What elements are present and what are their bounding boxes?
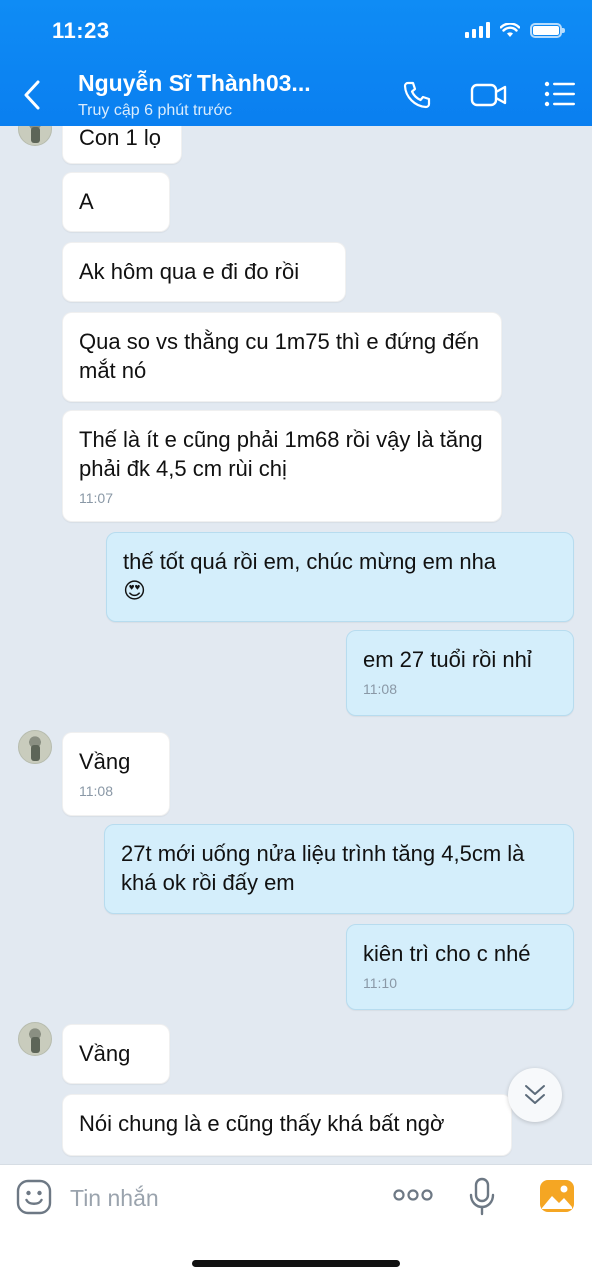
message-time: 11:07 <box>79 490 113 506</box>
message-text: Con 1 lọ <box>79 126 161 150</box>
message-bubble-outgoing[interactable]: kiên trì cho c nhé 11:10 <box>346 924 574 1010</box>
message-bubble-outgoing[interactable]: em 27 tuổi rồi nhỉ 11:08 <box>346 630 574 716</box>
contact-avatar[interactable] <box>18 730 52 764</box>
message-text: Ak hôm qua e đi đo rồi <box>79 259 300 284</box>
message-bubble-outgoing[interactable]: thế tốt quá rồi em, chúc mừng em nha 😍 <box>106 532 574 622</box>
message-bubble-incoming[interactable]: Vầng <box>62 1024 170 1084</box>
message-bubble-incoming[interactable]: Vầng 11:08 <box>62 732 170 816</box>
message-bubble-incoming[interactable]: Nói chung là e cũng thấy khá bất ngờ <box>62 1094 512 1156</box>
home-indicator <box>192 1260 400 1267</box>
message-text: A <box>79 189 94 214</box>
wifi-icon <box>500 22 520 37</box>
message-text: Vầng <box>79 749 131 774</box>
message-time: 11:08 <box>363 681 397 697</box>
signal-icon <box>465 22 490 38</box>
message-bubble-incoming[interactable]: Con 1 lọ <box>62 126 182 164</box>
message-time: 11:08 <box>79 783 113 799</box>
chat-header: 11:23 Nguyễn Sĩ Thành03... Truy cập 6 ph… <box>0 0 592 126</box>
contact-avatar[interactable] <box>18 1022 52 1056</box>
battery-icon <box>530 22 565 38</box>
photo-icon[interactable] <box>538 1177 576 1215</box>
message-bubble-incoming[interactable]: Thế là ít e cũng phải 1m68 rồi vậy là tă… <box>62 410 502 522</box>
message-text: kiên trì cho c nhé <box>363 941 531 966</box>
call-icon[interactable] <box>402 80 432 110</box>
status-icons <box>465 22 565 38</box>
status-time: 11:23 <box>52 18 110 43</box>
contact-name[interactable]: Nguyễn Sĩ Thành03... <box>78 70 311 97</box>
message-bubble-incoming[interactable]: A <box>62 172 170 232</box>
back-icon[interactable] <box>18 78 48 112</box>
menu-icon[interactable] <box>544 80 576 108</box>
heart-eyes-emoji: 😍 <box>123 578 146 603</box>
message-text: em 27 tuổi rồi nhỉ <box>363 647 532 672</box>
message-bubble-incoming[interactable]: Ak hôm qua e đi đo rồi <box>62 242 346 302</box>
more-icon[interactable] <box>392 1183 434 1207</box>
emoji-icon[interactable] <box>16 1179 52 1215</box>
message-list[interactable]: Con 1 lọ A Ak hôm qua e đi đo rồi Qua so… <box>0 126 592 1164</box>
message-text: Thế là ít e cũng phải 1m68 rồi vậy là tă… <box>79 427 483 481</box>
contact-avatar[interactable] <box>18 126 52 146</box>
scroll-to-bottom-button[interactable] <box>508 1068 562 1122</box>
message-input[interactable] <box>68 1179 372 1217</box>
chevron-down-icon <box>525 1085 545 1104</box>
message-bubble-incoming[interactable]: Qua so vs thằng cu 1m75 thì e đứng đến m… <box>62 312 502 402</box>
message-time: 11:10 <box>363 975 397 991</box>
message-text: 27t mới uống nửa liệu trình tăng 4,5cm l… <box>121 841 525 895</box>
mic-icon[interactable] <box>468 1177 496 1217</box>
video-icon[interactable] <box>470 80 508 110</box>
last-seen-status: Truy cập 6 phút trước <box>78 102 232 119</box>
message-text: Nói chung là e cũng thấy khá bất ngờ <box>79 1111 445 1136</box>
message-text: Vầng <box>79 1041 131 1066</box>
message-bubble-outgoing[interactable]: 27t mới uống nửa liệu trình tăng 4,5cm l… <box>104 824 574 914</box>
message-text: thế tốt quá rồi em, chúc mừng em nha <box>123 549 497 574</box>
message-text: Qua so vs thằng cu 1m75 thì e đứng đến m… <box>79 329 479 383</box>
